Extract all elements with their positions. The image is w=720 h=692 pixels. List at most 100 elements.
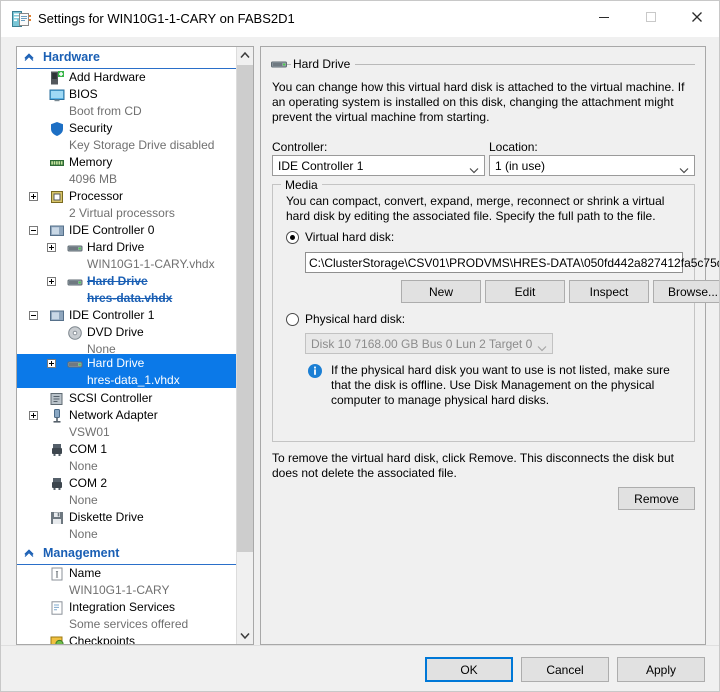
tree-section-hardware[interactable]: Hardware (17, 47, 237, 69)
remove-button[interactable]: Remove (618, 487, 695, 510)
tree-item-com-2[interactable]: COM 2 (17, 475, 237, 492)
settings-vm-icon (12, 10, 32, 29)
cancel-button[interactable]: Cancel (521, 657, 609, 682)
tree-scrollbar-thumb[interactable] (237, 65, 253, 552)
tree-item-bios[interactable]: BIOS (17, 86, 237, 103)
info-icon (307, 363, 323, 379)
hard-drive-panel: Hard Drive You can change how this virtu… (260, 46, 719, 645)
hard-drive-icon (67, 240, 83, 256)
tree-item-memory[interactable]: Memory (17, 154, 237, 171)
tree-item-sublabel: WIN10G1-1-CARY (69, 583, 170, 597)
physical-disk-select: Disk 10 7168.00 GB Bus 0 Lun 2 Target 0 (305, 333, 553, 354)
tree-item-security[interactable]: Security (17, 120, 237, 137)
title-bar: Settings for WIN10G1-1-CARY on FABS2D1 (1, 1, 719, 37)
tree-item-security-detail: Key Storage Drive disabled (17, 137, 237, 154)
tree-item-ide-controller-0[interactable]: IDE Controller 0 (17, 222, 237, 239)
memory-icon (49, 155, 65, 171)
chevron-up-icon (23, 547, 35, 559)
tree-item-label: Hard Drive (87, 356, 145, 370)
tree-item-sublabel: None (69, 459, 98, 473)
tree-item-hard-drive-hres-data-1[interactable]: Hard Drive (17, 355, 237, 372)
tree-item-label: Processor (69, 189, 124, 203)
browse-button[interactable]: Browse... (653, 280, 719, 303)
tree-item-hard-drive-win10-detail: WIN10G1-1-CARY.vhdx (17, 256, 237, 273)
tree-section-label: Management (43, 546, 120, 560)
tree-item-name[interactable]: I Name (17, 565, 237, 582)
tree-item-bios-detail: Boot from CD (17, 103, 237, 120)
integration-services-icon (49, 600, 65, 616)
media-group: Media You can compact, convert, expand, … (272, 178, 719, 442)
location-select[interactable]: 1 (in use) (489, 155, 695, 176)
panel-intro-text: You can change how this virtual hard dis… (272, 80, 685, 124)
physical-disk-info-text: If the physical hard disk you want to us… (331, 363, 670, 407)
com-port-icon (49, 442, 65, 458)
maximize-icon[interactable] (628, 1, 674, 33)
scroll-down-icon[interactable] (237, 627, 253, 644)
collapse-ide0-icon[interactable] (29, 226, 38, 235)
tree-item-sublabel: 4096 MB (69, 172, 118, 186)
tree-item-processor[interactable]: Processor (17, 188, 237, 205)
bios-icon (49, 87, 65, 103)
collapse-ide1-icon[interactable] (29, 311, 38, 320)
radio-selected-icon[interactable] (286, 231, 299, 244)
tree-item-scsi-controller[interactable]: SCSI Controller (17, 390, 237, 407)
tree-item-sublabel: WIN10G1-1-CARY.vhdx (87, 257, 215, 271)
tree-section-management[interactable]: Management (17, 543, 237, 565)
tree-item-com-2-detail: None (17, 492, 237, 509)
tree-item-add-hardware[interactable]: Add Hardware (17, 69, 237, 86)
new-button[interactable]: New (401, 280, 481, 303)
panel-title: Hard Drive (291, 57, 356, 71)
tree-item-hard-drive-hres-data[interactable]: Hard Drive (17, 273, 237, 290)
tree-item-label: Hard Drive (87, 274, 148, 288)
tree-item-dvd-drive[interactable]: DVD Drive (17, 324, 237, 341)
radio-unselected-icon[interactable] (286, 313, 299, 326)
hardware-tree[interactable]: Hardware Add Hardware BIOS Boot from CD … (16, 46, 254, 645)
diskette-drive-icon (49, 510, 65, 526)
controller-label: Controller: (272, 140, 328, 154)
expand-processor-icon[interactable] (29, 192, 38, 201)
tree-item-hard-drive-win10[interactable]: Hard Drive (17, 239, 237, 256)
dialog-body: Hardware Add Hardware BIOS Boot from CD … (1, 37, 719, 645)
physical-disk-value: Disk 10 7168.00 GB Bus 0 Lun 2 Target 0 (311, 337, 533, 351)
hard-drive-icon (67, 356, 83, 372)
minimize-icon[interactable] (581, 1, 627, 33)
tree-item-integration-services[interactable]: Integration Services (17, 599, 237, 616)
scroll-up-icon[interactable] (237, 47, 253, 64)
expand-hard-drive-icon[interactable] (47, 277, 56, 286)
controller-select[interactable]: IDE Controller 1 (272, 155, 485, 176)
expand-hard-drive-icon[interactable] (47, 243, 56, 252)
tree-item-checkpoints[interactable]: Checkpoints (17, 633, 237, 644)
tree-item-label: Network Adapter (69, 408, 158, 422)
edit-button[interactable]: Edit (485, 280, 565, 303)
tree-item-label: Diskette Drive (69, 510, 144, 524)
tree-item-com-1-detail: None (17, 458, 237, 475)
expand-hard-drive-icon[interactable] (47, 359, 56, 368)
tree-section-label: Hardware (43, 50, 100, 64)
tree-item-diskette-drive-detail: None (17, 526, 237, 543)
tree-scrollbar[interactable] (236, 47, 253, 644)
inspect-button[interactable]: Inspect (569, 280, 649, 303)
ok-button[interactable]: OK (425, 657, 513, 682)
tree-item-sublabel: None (87, 342, 116, 356)
apply-button[interactable]: Apply (617, 657, 705, 682)
tree-item-label: COM 2 (69, 476, 108, 490)
vhd-path-input[interactable]: C:\ClusterStorage\CSV01\PRODVMS\HRES-DAT… (305, 252, 719, 273)
tree-item-sublabel: None (69, 527, 98, 541)
chevron-down-icon (469, 163, 479, 177)
processor-icon (49, 189, 65, 205)
tree-item-label: COM 1 (69, 442, 108, 456)
tree-item-ide-controller-1[interactable]: IDE Controller 1 (17, 307, 237, 324)
expand-network-adapter-icon[interactable] (29, 411, 38, 420)
tree-item-com-1[interactable]: COM 1 (17, 441, 237, 458)
network-adapter-icon (49, 408, 65, 424)
tree-item-processor-detail: 2 Virtual processors (17, 205, 237, 222)
media-group-title: Media (281, 178, 322, 192)
location-value: 1 (in use) (495, 159, 546, 173)
tree-item-hard-drive-hres-data-1-detail: hres-data_1.vhdx (17, 372, 237, 389)
physical-hard-disk-label: Physical hard disk: (305, 312, 406, 326)
tree-item-diskette-drive[interactable]: Diskette Drive (17, 509, 237, 526)
tree-item-sublabel: Some services offered (69, 617, 189, 631)
vhd-path-value: C:\ClusterStorage\CSV01\PRODVMS\HRES-DAT… (309, 256, 720, 270)
tree-item-network-adapter[interactable]: Network Adapter (17, 407, 237, 424)
close-icon[interactable] (674, 1, 719, 33)
